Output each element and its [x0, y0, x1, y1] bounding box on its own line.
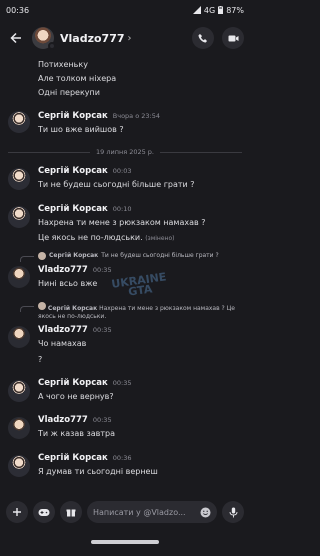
message-text: Я думав ти сьогодні вернеш — [38, 467, 158, 476]
contact-name[interactable]: Vladzo777 — [60, 32, 125, 45]
message-header: Сергій Корсак 00:35 — [38, 378, 132, 388]
gift-icon — [66, 509, 76, 517]
reply-author: Сергій Корсак — [47, 305, 98, 312]
reply-text: якось не по-людськи. — [38, 313, 107, 320]
home-gesture-bar[interactable] — [91, 539, 159, 544]
author-name[interactable]: Сергій Корсак — [38, 111, 108, 121]
message-list[interactable]: Потихеньку Але толком ніхера Одні переку… — [0, 56, 250, 496]
add-attachment-button[interactable] — [6, 501, 28, 523]
signal-icon — [192, 6, 201, 14]
composer-bar: Написати у @Vladzo... — [0, 497, 250, 527]
author-name[interactable]: Сергій Корсак — [38, 453, 108, 463]
message-text: Нахрена ти мене з рюкзаком намахав ? — [38, 218, 206, 227]
chevron-right-icon[interactable]: › — [128, 33, 132, 44]
message-text-line2: Це якось не по-людськи. (змінено) — [38, 233, 174, 242]
video-camera-icon — [228, 35, 238, 41]
message-input[interactable]: Написати у @Vladzo... — [87, 501, 217, 523]
message-header: Сергій Корсак 00:03 — [38, 166, 132, 176]
voice-call-button[interactable] — [192, 27, 214, 49]
system-nav-bar — [0, 527, 250, 556]
status-bar: 00:36 4G 87% — [0, 0, 250, 20]
avatar[interactable] — [8, 111, 30, 133]
phone-icon — [198, 34, 207, 43]
edited-label: (змінено) — [145, 235, 175, 242]
activities-button[interactable] — [33, 501, 55, 523]
message-text: Чо намахав — [38, 339, 87, 348]
timestamp: 00:35 — [92, 326, 112, 334]
message-text: Ти не будеш сьогодні більше грати ? — [38, 180, 195, 189]
contact-avatar[interactable] — [32, 27, 56, 50]
timestamp: 00:36 — [112, 454, 132, 462]
message-text: Нині всьо вже — [38, 279, 98, 288]
author-name[interactable]: Vladzo777 — [38, 415, 88, 425]
reply-text: Нахрена ти мене з рюкзаком намахав ? Це — [99, 305, 235, 312]
message-text: Ти шо вже вийшов ? — [38, 125, 124, 134]
avatar[interactable] — [8, 455, 30, 477]
date-divider-label: 19 липня 2025 р. — [96, 148, 154, 156]
gamepad-icon — [38, 508, 50, 516]
reply-connector — [20, 256, 34, 262]
message-text: Це якось не по-людськи. — [38, 233, 143, 242]
avatar[interactable] — [8, 168, 30, 190]
author-name[interactable]: Vladzo777 — [38, 265, 88, 275]
watermark-logo: UKRAINE GTA — [111, 270, 169, 299]
reply-preview[interactable]: Сергій Корсак Ти не будеш сьогодні більш… — [38, 252, 219, 260]
timestamp: 00:35 — [92, 266, 112, 274]
video-call-button[interactable] — [222, 27, 244, 49]
date-divider: 19 липня 2025 р. — [8, 148, 242, 156]
message-header: Vladzo777 00:35 — [38, 415, 112, 425]
reply-text: Ти не будеш сьогодні більше грати ? — [101, 252, 219, 259]
gift-button[interactable] — [60, 501, 82, 523]
author-name[interactable]: Сергій Корсак — [38, 378, 108, 388]
message-text: Потихеньку — [38, 60, 88, 69]
author-name[interactable]: Vladzo777 — [38, 325, 88, 335]
message-header: Сергій Корсак Вчора о 23:54 — [38, 111, 160, 121]
battery-icon — [218, 6, 224, 14]
network-label: 4G — [203, 5, 216, 15]
battery-label: 87% — [226, 5, 244, 15]
timestamp: Вчора о 23:54 — [112, 112, 161, 120]
avatar[interactable] — [8, 266, 30, 288]
reply-author: Сергій Корсак — [49, 252, 99, 259]
timestamp: 00:35 — [112, 379, 132, 387]
message-text: Але толком ніхера — [38, 74, 117, 83]
avatar[interactable] — [8, 380, 30, 402]
message-header: Сергій Корсак 00:10 — [38, 204, 132, 214]
status-dot — [48, 42, 56, 50]
message-header: Vladzo777 00:35 — [38, 325, 112, 335]
arrow-left-icon — [10, 32, 21, 44]
voice-message-button[interactable] — [222, 501, 244, 523]
microphone-icon — [229, 507, 237, 517]
message-text: Одні перекупи — [38, 88, 100, 97]
status-icons: 4G 87% — [192, 5, 244, 15]
timestamp: 00:35 — [92, 416, 112, 424]
plus-icon — [13, 508, 21, 516]
author-name[interactable]: Сергій Корсак — [38, 204, 108, 214]
avatar[interactable] — [8, 417, 30, 439]
back-button[interactable] — [6, 28, 26, 48]
message-input-placeholder: Написати у @Vladzo... — [93, 507, 186, 517]
emoji-icon[interactable] — [200, 507, 211, 518]
author-name[interactable]: Сергій Корсак — [38, 166, 108, 176]
reply-avatar — [38, 302, 46, 310]
avatar[interactable] — [8, 326, 30, 348]
chat-header: Vladzo777 › — [0, 20, 250, 56]
message-text: Ти ж казав завтра — [38, 429, 116, 438]
status-time: 00:36 — [6, 5, 30, 15]
reply-preview[interactable]: Сергій Корсак Нахрена ти мене з рюкзаком… — [38, 302, 235, 320]
timestamp: 00:10 — [112, 205, 132, 213]
message-header: Vladzo777 00:35 — [38, 265, 112, 275]
message-text: ? — [38, 355, 43, 364]
message-text: А чого не вернув? — [38, 392, 114, 401]
message-header: Сергій Корсак 00:36 — [38, 453, 132, 463]
timestamp: 00:03 — [112, 167, 132, 175]
avatar[interactable] — [8, 206, 30, 228]
reply-avatar — [38, 252, 46, 260]
reply-connector — [20, 306, 34, 312]
